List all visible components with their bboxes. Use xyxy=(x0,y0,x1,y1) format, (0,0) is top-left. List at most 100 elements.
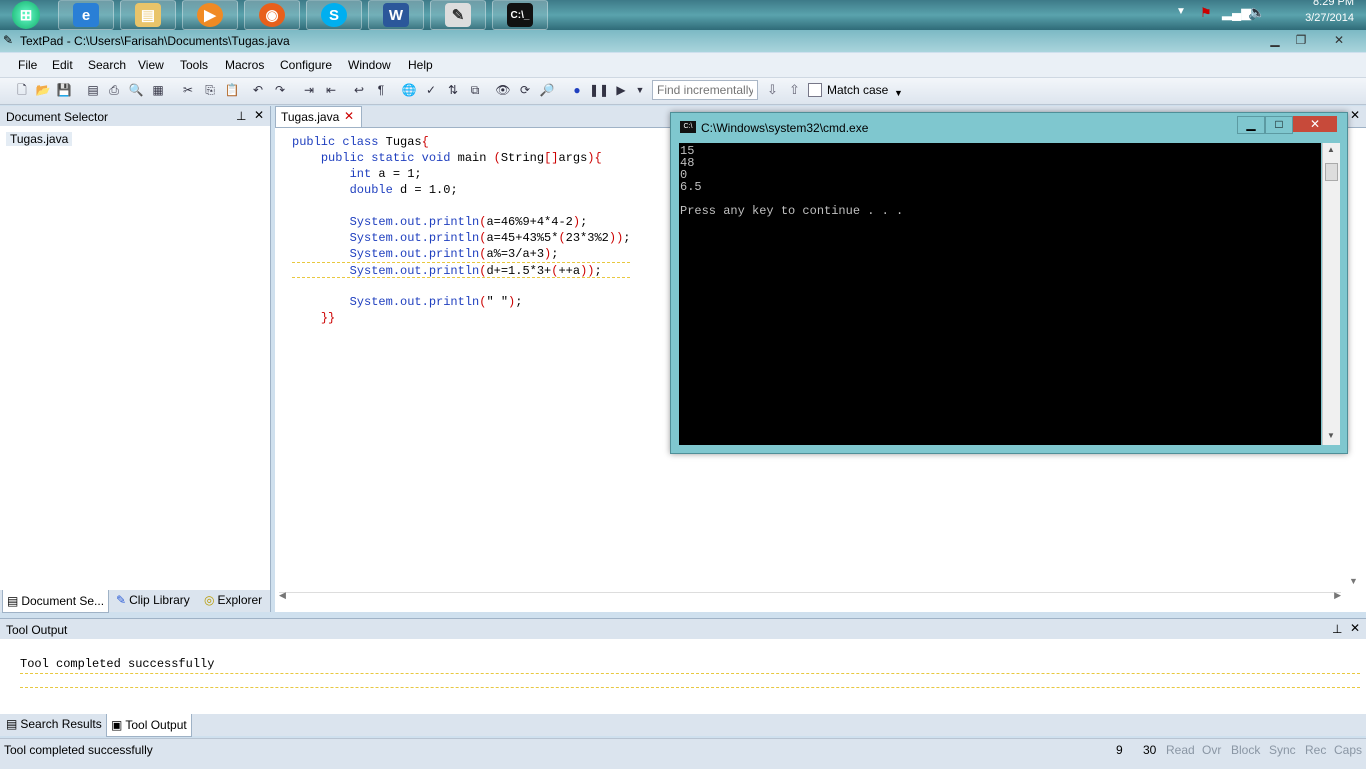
toolbar-overflow-icon[interactable]: ▼ xyxy=(632,82,648,98)
network-icon[interactable]: ▂▄▆ xyxy=(1222,5,1251,21)
editor-tab-tugas[interactable]: Tugas.java ✕ xyxy=(275,106,362,127)
web-browser-icon[interactable]: 🌐 xyxy=(401,82,417,98)
cut-icon[interactable]: ✂ xyxy=(180,82,196,98)
replace-icon[interactable]: ⟳ xyxy=(517,82,533,98)
copy-icon[interactable]: ⎘ xyxy=(202,82,218,98)
tray-expand-icon[interactable]: ▼ xyxy=(1176,6,1186,17)
word-icon: W xyxy=(383,3,409,27)
scroll-down-icon[interactable]: ▼ xyxy=(1349,576,1358,586)
scroll-left-icon[interactable]: ◀ xyxy=(279,590,286,601)
new-file-icon[interactable]: 🗋 xyxy=(14,82,30,98)
start-button[interactable]: ⊞ xyxy=(0,0,52,30)
tab-document-selector[interactable]: ▤ Document Se... xyxy=(2,590,110,613)
clip-library-icon: ✎ xyxy=(116,593,127,607)
volume-icon[interactable]: 🔈 xyxy=(1248,4,1265,21)
action-center-icon[interactable]: ⚑ xyxy=(1200,5,1212,21)
save-all-icon[interactable]: ▤ xyxy=(85,82,101,98)
tab-explorer[interactable]: ◎ Explorer xyxy=(204,593,262,607)
code-editor[interactable]: public class Tugas{ public static void m… xyxy=(292,134,631,326)
close-button[interactable]: ✕ xyxy=(1328,32,1350,48)
visible-spaces-icon[interactable]: ¶ xyxy=(373,82,389,98)
menu-view[interactable]: View xyxy=(138,58,164,72)
outdent-icon[interactable]: ⇤ xyxy=(323,82,339,98)
menu-configure[interactable]: Configure xyxy=(280,58,332,72)
console-line: 6.5 xyxy=(680,180,702,194)
cmd-scroll-thumb[interactable] xyxy=(1325,163,1338,181)
cmd-vertical-scrollbar[interactable]: ▲ ▼ xyxy=(1322,143,1340,445)
tab-clip-library[interactable]: ✎ Clip Library xyxy=(116,593,190,607)
find-in-files-icon[interactable]: 🔎 xyxy=(539,82,555,98)
pane-close-icon[interactable]: ✕ xyxy=(254,108,264,122)
find-toolbar-overflow-icon[interactable]: ▼ xyxy=(894,88,903,98)
cmd-minimize-button[interactable]: ▁ xyxy=(1237,116,1265,134)
play-macro-icon[interactable]: ▶ xyxy=(613,82,629,98)
editor-close-icon[interactable]: ✕ xyxy=(1350,108,1360,122)
find-next-down-icon[interactable]: ⇩ xyxy=(767,82,778,98)
print-icon[interactable]: ⎙ xyxy=(106,82,122,98)
document-selector-header: Document Selector ⊥ ✕ xyxy=(0,106,270,126)
menu-help[interactable]: Help xyxy=(408,58,433,72)
taskbar-skype[interactable]: S xyxy=(306,0,362,30)
document-list-item[interactable]: Tugas.java xyxy=(6,132,73,146)
tool-output-icon: ▣ xyxy=(111,718,123,732)
clock-time[interactable]: 8:29 PM xyxy=(1313,0,1354,8)
code-line: System.out.println(a=46%9+4*4-2); xyxy=(349,215,588,229)
taskbar-explorer[interactable]: ▤ xyxy=(120,0,176,30)
cmd-close-button[interactable]: ✕ xyxy=(1293,116,1337,132)
find-icon[interactable]: 👁 xyxy=(495,82,511,98)
taskbar-textpad[interactable]: ✎ xyxy=(430,0,486,30)
pin-icon[interactable]: ⊥ xyxy=(236,109,246,123)
match-case-checkbox[interactable] xyxy=(808,83,822,97)
find-next-up-icon[interactable]: ⇧ xyxy=(789,82,800,98)
find-incrementally-input[interactable] xyxy=(652,80,758,100)
compare-icon[interactable]: ⧉ xyxy=(467,82,483,98)
tool-output-pin-icon[interactable]: ⊥ xyxy=(1332,622,1342,636)
taskbar-word[interactable]: W xyxy=(368,0,424,30)
taskbar-firefox[interactable]: ◉ xyxy=(244,0,300,30)
tab-tool-output[interactable]: ▣ Tool Output xyxy=(106,714,192,737)
menu-search[interactable]: Search xyxy=(88,58,126,72)
cmd-console[interactable]: 15 48 0 6.5 Press any key to continue . … xyxy=(679,143,1321,445)
status-ovr: Ovr xyxy=(1202,743,1222,757)
record-macro-icon[interactable]: ● xyxy=(569,82,585,98)
console-line: 48 xyxy=(680,156,695,170)
console-line: 0 xyxy=(680,168,688,182)
tool-output-close-icon[interactable]: ✕ xyxy=(1350,621,1360,635)
undo-icon[interactable]: ↶ xyxy=(250,82,266,98)
status-column-number: 30 xyxy=(1143,743,1157,757)
cmd-scroll-up-icon[interactable]: ▲ xyxy=(1327,145,1335,154)
editor-tab-close-icon[interactable]: ✕ xyxy=(344,109,354,123)
sort-icon[interactable]: ⇅ xyxy=(445,82,461,98)
menu-edit[interactable]: Edit xyxy=(52,58,73,72)
redo-icon[interactable]: ↷ xyxy=(272,82,288,98)
indent-icon[interactable]: ⇥ xyxy=(301,82,317,98)
word-wrap-icon[interactable]: ↩ xyxy=(351,82,367,98)
taskbar-cmd[interactable]: C:\_ xyxy=(492,0,548,30)
save-icon[interactable]: 💾 xyxy=(56,82,72,98)
cmd-maximize-button[interactable]: □ xyxy=(1265,116,1293,134)
skype-icon: S xyxy=(321,3,347,27)
minimize-button[interactable]: ▁ xyxy=(1264,32,1286,48)
cmd-scroll-down-icon[interactable]: ▼ xyxy=(1327,431,1335,440)
paste-icon[interactable]: 📋 xyxy=(224,82,240,98)
clock-date[interactable]: 3/27/2014 xyxy=(1305,12,1354,24)
menu-file[interactable]: File xyxy=(18,58,37,72)
bottom-pane-tabs: ▤ Search Results ▣ Tool Output xyxy=(0,714,1366,737)
cmd-window[interactable]: C:\ C:\Windows\system32\cmd.exe ▁ □ ✕ 15… xyxy=(670,112,1348,454)
document-properties-icon[interactable]: ▦ xyxy=(150,82,166,98)
horizontal-scrollbar[interactable]: ◀ ▶ xyxy=(279,590,1341,605)
system-tray: ▼ ⚑ ▂▄▆ 🔈 8:29 PM 3/27/2014 xyxy=(1176,0,1366,30)
print-preview-icon[interactable]: 🔍 xyxy=(128,82,144,98)
taskbar-media-player[interactable]: ▶ xyxy=(182,0,238,30)
taskbar-ie[interactable]: e xyxy=(58,0,114,30)
menu-tools[interactable]: Tools xyxy=(180,58,208,72)
spelling-icon[interactable]: ✓ xyxy=(423,82,439,98)
menu-macros[interactable]: Macros xyxy=(225,58,264,72)
tab-clip-library-label: Clip Library xyxy=(129,593,190,607)
tab-search-results[interactable]: ▤ Search Results xyxy=(6,717,102,731)
scroll-right-icon[interactable]: ▶ xyxy=(1334,590,1341,601)
pause-macro-icon[interactable]: ❚❚ xyxy=(589,82,609,98)
open-file-icon[interactable]: 📂 xyxy=(35,82,51,98)
maximize-button[interactable]: ❐ xyxy=(1290,32,1312,48)
menu-window[interactable]: Window xyxy=(348,58,391,72)
